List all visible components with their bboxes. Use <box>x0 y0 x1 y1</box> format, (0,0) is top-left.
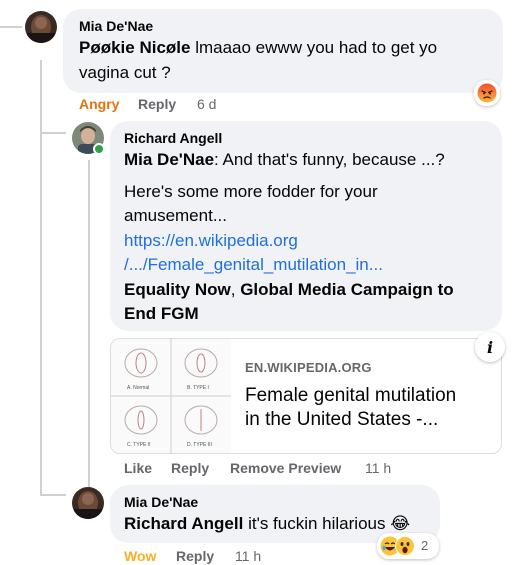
bold-text: Equality Now <box>124 280 231 299</box>
angry-emoji-icon <box>477 83 497 108</box>
reaction-button[interactable]: Wow <box>124 548 156 564</box>
thread-connector <box>0 26 22 28</box>
comment-text-part: lmaaao ewww you had to get yo <box>190 38 438 57</box>
thread-connector <box>40 132 66 134</box>
timestamp[interactable]: 11 h <box>365 460 391 476</box>
laughing-emoji-icon: 😂 <box>390 514 411 533</box>
comment-text: amusement... <box>124 206 227 225</box>
comment-text: vagina cut ? <box>79 63 171 82</box>
comment-author[interactable]: Richard Angell <box>124 129 222 147</box>
thread-connector <box>40 494 66 496</box>
reaction-summary[interactable] <box>474 80 500 106</box>
bold-text: Global Media Campaign to <box>240 280 454 299</box>
avatar[interactable] <box>72 487 104 519</box>
preview-thumbnail: A. Normal B. TYPE I C. TYPE II D. TYPE I… <box>111 339 231 453</box>
comment-author[interactable]: Mia De'Nae <box>79 17 153 35</box>
comment-text-part: : And that's funny, because ...? <box>214 150 445 169</box>
comment-link[interactable]: /.../Female_genital_mutilation_in... <box>124 253 383 277</box>
timestamp[interactable]: 11 h <box>235 548 261 564</box>
reply-button[interactable]: Reply <box>176 548 214 564</box>
preview-title: Female genital mutilation <box>245 385 457 406</box>
mention-link[interactable]: Pøøkie Nicøle <box>79 38 190 57</box>
comment-link[interactable]: https://en.wikipedia.org <box>124 229 298 253</box>
comment-text: Richard Angell it's fuckin hilarious 😂 <box>124 512 410 536</box>
comment-text: Equality Now, Global Media Campaign to <box>124 278 454 302</box>
thumb-label: B. TYPE I <box>187 385 209 391</box>
thread-connector <box>88 160 90 500</box>
comment-actions: Like Reply Remove Preview 11 h <box>124 460 424 478</box>
comment-author[interactable]: Mia De'Nae <box>124 493 198 511</box>
comment-text: Here's some more fodder for your <box>124 182 378 201</box>
reply-button[interactable]: Reply <box>171 460 209 476</box>
thumb-label: D. TYPE III <box>187 442 212 448</box>
reaction-button[interactable]: Angry <box>79 96 119 112</box>
avatar[interactable] <box>25 11 57 43</box>
reaction-count: 2 <box>421 538 429 553</box>
preview-domain: EN.WIKIPEDIA.ORG <box>245 360 372 375</box>
thread-connector <box>40 60 42 496</box>
comment-actions: Wow Reply 11 h <box>124 548 324 565</box>
online-status-icon <box>93 143 105 155</box>
like-button[interactable]: Like <box>124 460 152 476</box>
reply-button[interactable]: Reply <box>138 96 176 112</box>
comment-text-part: it's fuckin hilarious <box>243 514 391 533</box>
comment-actions: Angry Reply 6 d <box>79 96 279 114</box>
mention-link[interactable]: Mia De'Nae <box>124 150 214 169</box>
reaction-summary[interactable]: 2 <box>377 533 439 559</box>
link-preview-card[interactable]: A. Normal B. TYPE I C. TYPE II D. TYPE I… <box>110 338 502 454</box>
preview-title: in the United States -... <box>245 409 439 430</box>
wow-emoji-icon <box>395 536 415 561</box>
bold-text-sep: , <box>230 280 241 299</box>
comment-text: Pøøkie Nicøle lmaaao ewww you had to get… <box>79 36 437 60</box>
remove-preview-button[interactable]: Remove Preview <box>230 460 341 476</box>
info-icon[interactable]: i <box>475 332 505 362</box>
mention-link[interactable]: Richard Angell <box>124 514 243 533</box>
thumb-label: C. TYPE II <box>127 442 151 448</box>
thumb-label: A. Normal <box>127 385 150 391</box>
comment-text: Mia De'Nae: And that's funny, because ..… <box>124 148 445 172</box>
comment-text: End FGM <box>124 304 199 323</box>
timestamp[interactable]: 6 d <box>197 96 216 112</box>
